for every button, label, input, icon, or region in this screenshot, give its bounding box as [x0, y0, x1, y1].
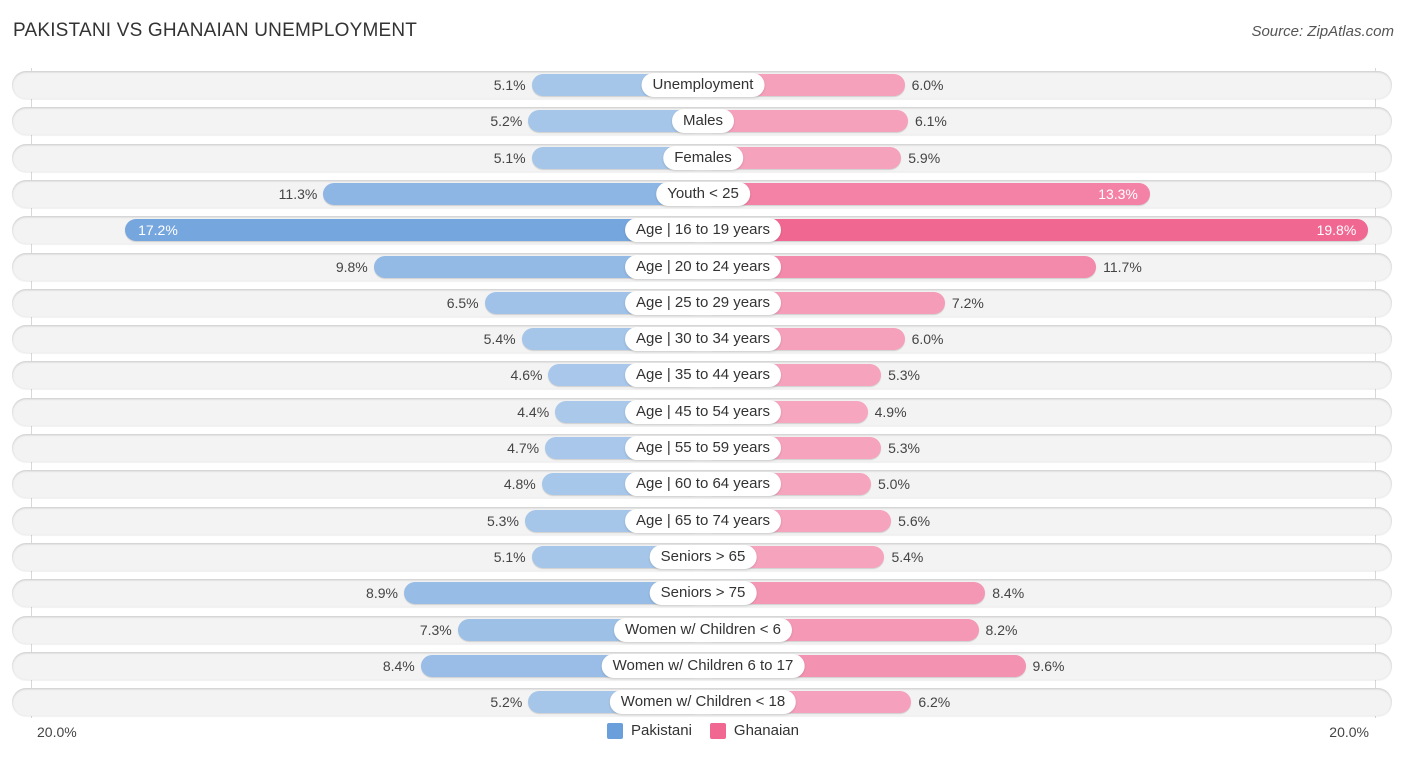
- value-label-ghanaian: 6.1%: [914, 113, 947, 130]
- category-label: Age | 30 to 34 years: [625, 327, 781, 352]
- value-label-pakistani: 5.1%: [493, 548, 526, 565]
- value-label-ghanaian: 9.6%: [1032, 657, 1065, 674]
- category-label: Age | 35 to 44 years: [625, 363, 781, 388]
- value-label-ghanaian: 6.0%: [911, 331, 944, 348]
- value-label-ghanaian: 19.8%: [1316, 222, 1357, 239]
- value-label-ghanaian: 5.4%: [891, 548, 924, 565]
- value-label-ghanaian: 8.2%: [985, 621, 1018, 638]
- value-label-ghanaian: 13.3%: [1098, 185, 1138, 202]
- category-label: Women w/ Children < 18: [609, 690, 797, 715]
- value-label-ghanaian: 5.3%: [888, 440, 920, 456]
- category-label: Age | 45 to 54 years: [625, 399, 781, 424]
- value-label-pakistani: 5.4%: [483, 331, 516, 348]
- legend-swatch-pakistani: [607, 722, 624, 739]
- legend-label-pakistani: Pakistani: [631, 722, 692, 739]
- value-label-ghanaian: 8.4%: [992, 585, 1025, 602]
- category-label: Age | 55 to 59 years: [625, 436, 781, 460]
- diverging-bar-chart: 5.1% 6.0% Unemployment 5.2% 6.1% Males 5.1% 5.9…: [0, 0, 1406, 757]
- category-label: Youth < 25: [656, 181, 750, 206]
- value-label-pakistani: 5.2%: [490, 113, 523, 130]
- category-label: Age | 20 to 24 years: [625, 254, 781, 279]
- category-label: Age | 65 to 74 years: [625, 508, 781, 533]
- bar-pakistani[interactable]: [125, 219, 703, 242]
- value-label-pakistani: 4.8%: [503, 476, 536, 493]
- bar-ghanaian[interactable]: [703, 182, 1150, 205]
- category-label: Age | 16 to 19 years: [625, 218, 781, 243]
- value-label-ghanaian: 5.9%: [908, 149, 941, 166]
- category-label: Unemployment: [641, 73, 765, 97]
- legend-swatch-ghanaian: [709, 722, 726, 739]
- value-label-ghanaian: 5.3%: [888, 367, 920, 384]
- value-label-pakistani: 4.4%: [517, 403, 550, 420]
- bar-ghanaian[interactable]: [703, 219, 1369, 242]
- bar-pakistani[interactable]: [323, 182, 703, 205]
- legend: Pakistani Ghanaian: [0, 722, 1406, 739]
- value-label-pakistani: 4.6%: [510, 367, 543, 384]
- value-label-pakistani: 8.9%: [366, 585, 398, 602]
- value-label-pakistani: 6.5%: [446, 294, 479, 311]
- value-label-pakistani: 17.2%: [138, 222, 178, 239]
- value-label-pakistani: 5.3%: [487, 512, 519, 529]
- legend-item-pakistani[interactable]: Pakistani: [607, 722, 692, 739]
- value-label-ghanaian: 6.2%: [918, 694, 951, 711]
- value-label-ghanaian: 6.0%: [911, 77, 944, 93]
- category-label: Seniors > 65: [649, 544, 757, 569]
- value-label-ghanaian: 4.9%: [874, 403, 907, 420]
- category-label: Age | 25 to 29 years: [625, 290, 781, 315]
- category-label: Males: [671, 109, 735, 134]
- category-label: Women w/ Children 6 to 17: [601, 653, 805, 678]
- value-label-ghanaian: 5.6%: [898, 512, 931, 529]
- value-label-pakistani: 5.1%: [493, 77, 526, 93]
- category-label: Seniors > 75: [649, 581, 757, 606]
- value-label-pakistani: 11.3%: [278, 185, 318, 202]
- legend-label-ghanaian: Ghanaian: [733, 722, 799, 739]
- value-label-pakistani: 4.7%: [507, 440, 540, 456]
- value-label-ghanaian: 5.0%: [878, 476, 910, 493]
- value-label-pakistani: 5.1%: [493, 149, 526, 166]
- legend-item-ghanaian[interactable]: Ghanaian: [709, 722, 799, 739]
- category-label: Age | 60 to 64 years: [625, 472, 781, 497]
- category-label: Women w/ Children < 6: [613, 617, 793, 642]
- value-label-ghanaian: 11.7%: [1103, 258, 1142, 275]
- value-label-pakistani: 7.3%: [419, 621, 452, 638]
- value-label-pakistani: 9.8%: [335, 258, 368, 275]
- value-label-pakistani: 8.4%: [382, 657, 415, 674]
- value-label-ghanaian: 7.2%: [951, 294, 984, 311]
- category-label: Females: [663, 145, 743, 170]
- value-label-pakistani: 5.2%: [490, 694, 523, 711]
